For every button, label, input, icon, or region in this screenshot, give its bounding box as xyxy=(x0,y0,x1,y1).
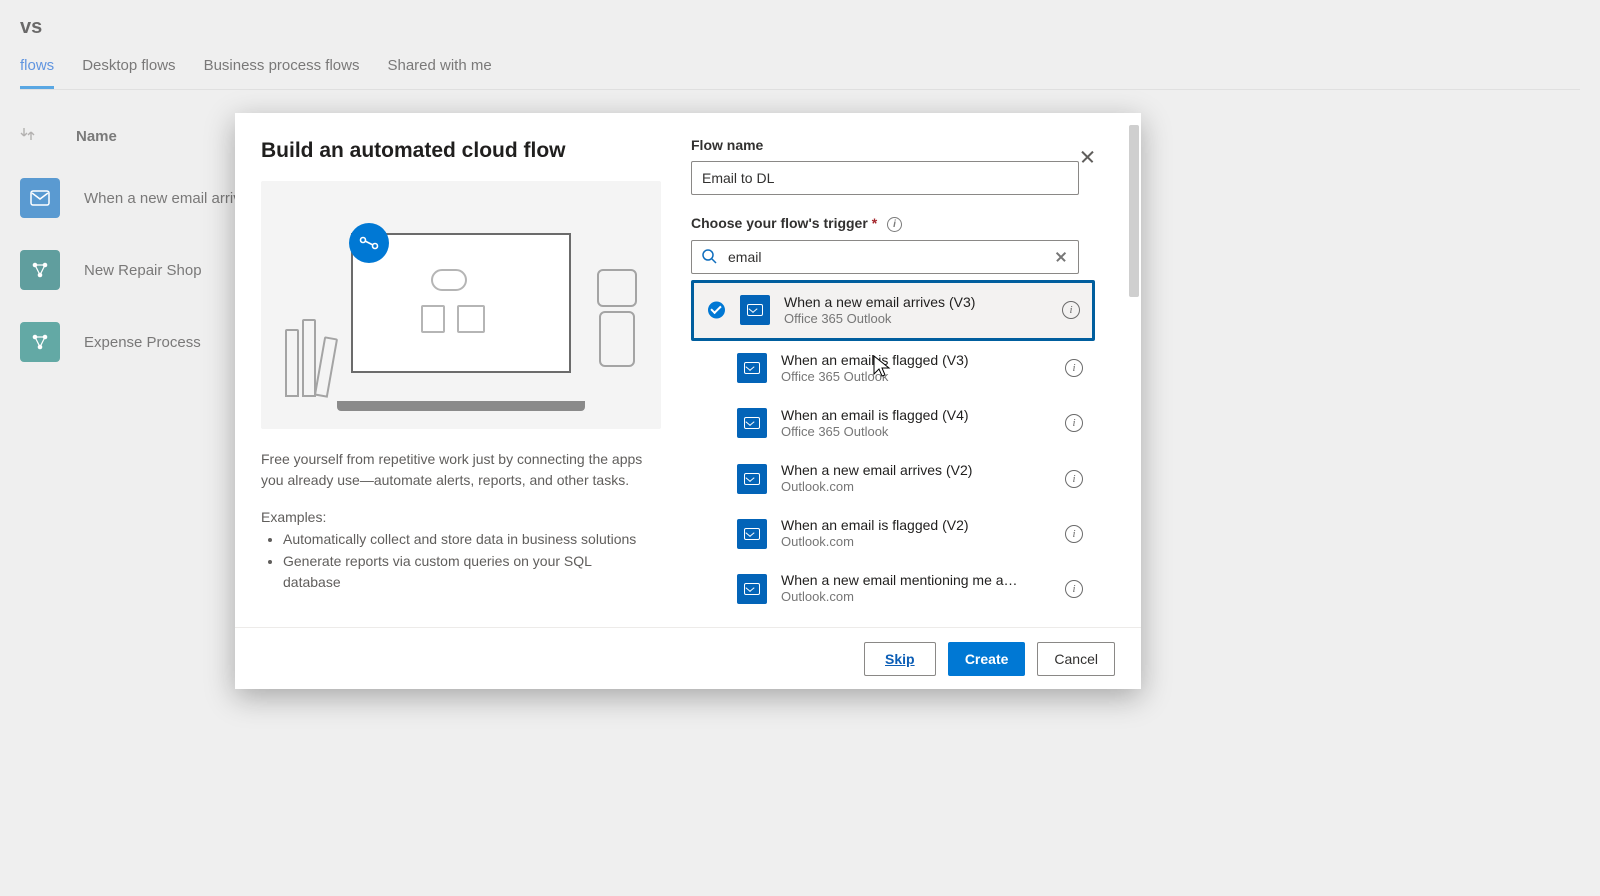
trigger-subtitle: Outlook.com xyxy=(781,479,1053,496)
trigger-list: When a new email arrives (V3)Office 365 … xyxy=(691,280,1095,616)
search-icon xyxy=(701,248,717,269)
close-icon[interactable] xyxy=(1073,143,1101,171)
trigger-option[interactable]: When an email is flagged (V2)Outlook.com… xyxy=(691,506,1095,561)
trigger-title: When an email is flagged (V4) xyxy=(781,406,1053,424)
info-icon[interactable]: i xyxy=(1065,359,1083,377)
trigger-subtitle: Office 365 Outlook xyxy=(781,369,1053,386)
info-icon[interactable]: i xyxy=(1065,414,1083,432)
flow-node-icon xyxy=(349,223,389,263)
trigger-option[interactable]: When a new email arrives (V3)Office 365 … xyxy=(691,280,1095,341)
clear-search-icon[interactable] xyxy=(1051,247,1071,267)
flow-name-label: Flow name xyxy=(691,137,1123,153)
info-icon[interactable]: i xyxy=(1065,470,1083,488)
examples-heading: Examples: xyxy=(261,509,643,525)
create-button[interactable]: Create xyxy=(948,642,1026,676)
trigger-subtitle: Office 365 Outlook xyxy=(781,424,1053,441)
trigger-title: When a new email arrives (V2) xyxy=(781,461,1053,479)
trigger-subtitle: Outlook.com xyxy=(781,589,1053,606)
info-icon[interactable]: i xyxy=(887,217,902,232)
example-item: Automatically collect and store data in … xyxy=(283,529,643,551)
trigger-option[interactable]: When a new email arrives (V2)Outlook.com… xyxy=(691,451,1095,506)
trigger-label: Choose your flow's trigger * i xyxy=(691,215,1123,232)
skip-button[interactable]: Skip xyxy=(864,642,936,676)
info-icon[interactable]: i xyxy=(1062,301,1080,319)
dialog-footer: Skip Create Cancel xyxy=(235,627,1141,689)
info-icon[interactable]: i xyxy=(1065,525,1083,543)
example-item: Generate reports via custom queries on y… xyxy=(283,551,643,594)
dialog-description: Free yourself from repetitive work just … xyxy=(261,449,643,491)
flow-name-input[interactable] xyxy=(691,161,1079,195)
trigger-title: When a new email arrives (V3) xyxy=(784,293,1050,311)
outlook-icon xyxy=(737,464,767,494)
trigger-title: When an email is flagged (V3) xyxy=(781,351,1053,369)
info-icon[interactable]: i xyxy=(1065,580,1083,598)
outlook-icon xyxy=(737,519,767,549)
trigger-subtitle: Outlook.com xyxy=(781,534,1053,551)
trigger-option[interactable]: When an email is flagged (V3)Office 365 … xyxy=(691,341,1095,396)
trigger-option[interactable]: When an email is flagged (V4)Office 365 … xyxy=(691,396,1095,451)
trigger-option[interactable]: When a new email mentioning me a…Outlook… xyxy=(691,561,1095,616)
outlook-icon xyxy=(740,295,770,325)
build-flow-dialog: Build an automated cloud flow xyxy=(235,113,1141,689)
trigger-title: When a new email mentioning me a… xyxy=(781,571,1053,589)
cancel-button[interactable]: Cancel xyxy=(1037,642,1115,676)
checkmark-icon xyxy=(708,302,725,319)
trigger-subtitle: Office 365 Outlook xyxy=(784,311,1050,328)
dialog-title: Build an automated cloud flow xyxy=(261,139,643,163)
trigger-search-input[interactable] xyxy=(691,240,1079,274)
outlook-icon xyxy=(737,574,767,604)
illustration xyxy=(261,181,661,429)
outlook-icon xyxy=(737,408,767,438)
outlook-icon xyxy=(737,353,767,383)
trigger-title: When an email is flagged (V2) xyxy=(781,516,1053,534)
